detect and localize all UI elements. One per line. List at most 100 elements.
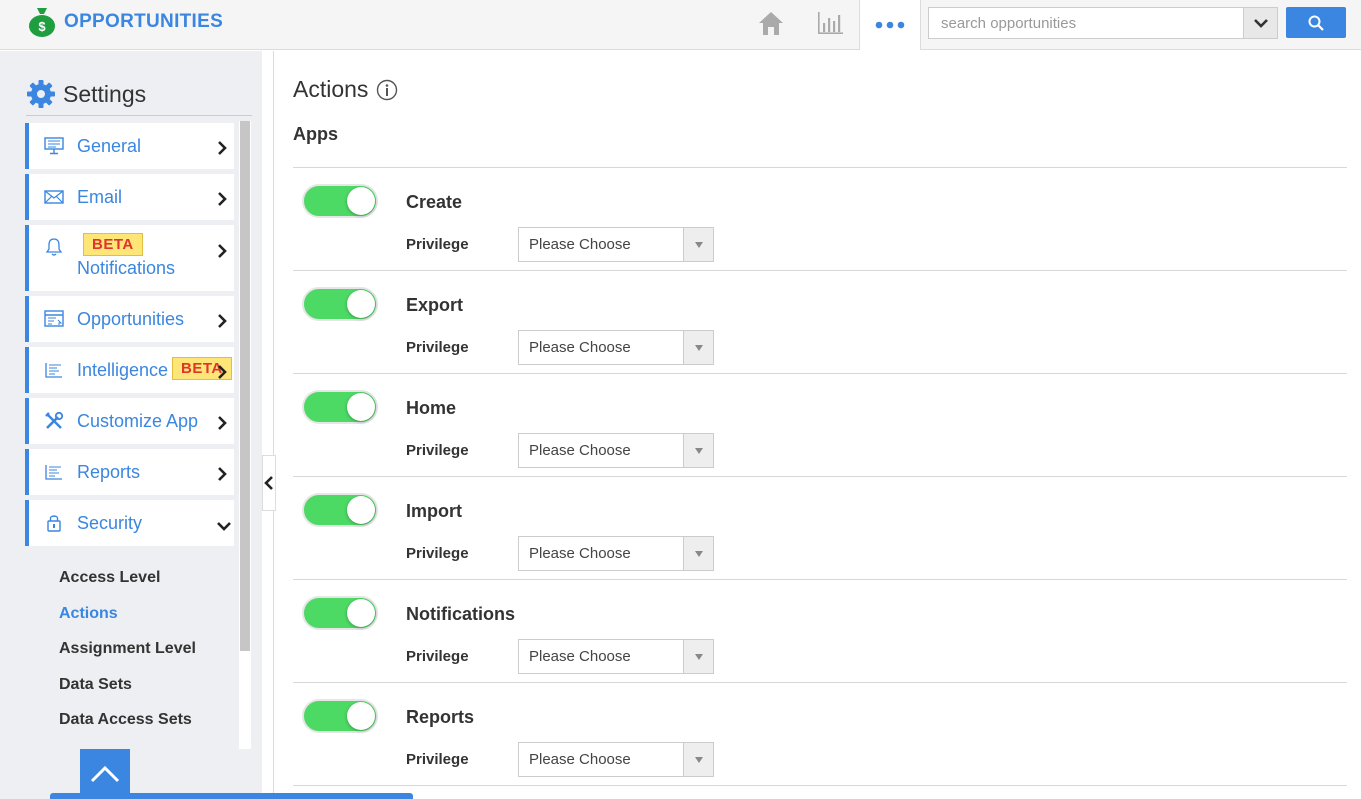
scroll-to-top-button[interactable]: [80, 749, 130, 799]
toggle-knob: [347, 599, 375, 627]
toggle-knob: [347, 393, 375, 421]
main-content: Actions Apps Create Privilege Please Cho…: [274, 51, 1361, 799]
toggle-knob: [347, 187, 375, 215]
submenu-item-actions[interactable]: Actions: [59, 603, 196, 639]
chevron-right-icon: [218, 141, 227, 155]
action-name: Create: [406, 192, 463, 212]
sidebar-item-label: Reports: [77, 461, 141, 482]
privilege-select-value: Please Choose: [529, 545, 631, 562]
more-dots-icon: [875, 21, 905, 29]
home-button[interactable]: [756, 8, 786, 38]
tools-icon: [43, 411, 65, 431]
svg-text:$: $: [38, 19, 46, 34]
chevron-right-icon: [218, 416, 227, 430]
action-row-export: Export Privilege Please Choose: [293, 270, 1347, 373]
privilege-select[interactable]: Please Choose: [518, 433, 714, 468]
action-name: Reports: [406, 707, 475, 727]
settings-sidebar: Settings General Email BETA Notification…: [0, 51, 262, 799]
more-button[interactable]: [859, 0, 921, 50]
submenu-item-access-level[interactable]: Access Level: [59, 567, 196, 603]
privilege-select-value: Please Choose: [529, 236, 631, 253]
action-row-home: Home Privilege Please Choose: [293, 373, 1347, 476]
caret-down-icon: [683, 434, 713, 467]
sidebar-item-customize-app[interactable]: Customize App: [25, 398, 234, 444]
sidebar-title: Settings: [63, 80, 147, 107]
list-icon: [43, 462, 65, 482]
info-icon[interactable]: [376, 79, 398, 101]
caret-down-icon: [683, 640, 713, 673]
window-icon: [43, 309, 65, 329]
action-row-import: Import Privilege Please Choose: [293, 476, 1347, 579]
privilege-select[interactable]: Please Choose: [518, 536, 714, 571]
lock-icon: [43, 513, 65, 533]
home-icon: [759, 12, 783, 35]
sidebar-item-security[interactable]: Security: [25, 500, 234, 546]
privilege-select[interactable]: Please Choose: [518, 330, 714, 365]
privilege-select[interactable]: Please Choose: [518, 742, 714, 777]
reports-button[interactable]: [815, 8, 845, 38]
search-box: [928, 7, 1278, 39]
beta-badge: BETA: [83, 233, 143, 256]
sidebar-item-reports[interactable]: Reports: [25, 449, 234, 495]
sidebar-item-notifications[interactable]: BETA Notifications: [25, 225, 234, 291]
privilege-label: Privilege: [406, 545, 469, 562]
sidebar-item-label: Security: [77, 512, 143, 533]
privilege-label: Privilege: [406, 236, 469, 253]
submenu-item-data-sets[interactable]: Data Sets: [59, 674, 196, 710]
envelope-icon: [43, 187, 65, 207]
action-name: Notifications: [406, 604, 516, 624]
list-icon: [43, 360, 65, 380]
sidebar-item-email[interactable]: Email: [25, 174, 234, 220]
caret-down-icon: [683, 331, 713, 364]
action-name: Import: [406, 501, 462, 521]
toggle-reports[interactable]: [302, 699, 378, 733]
toggle-knob: [347, 496, 375, 524]
sidebar-menu: General Email BETA Notifications Opportu…: [25, 123, 234, 551]
brand[interactable]: $ OPPORTUNITIES: [28, 6, 223, 38]
actions-list: Create Privilege Please Choose Export Pr…: [293, 167, 1347, 786]
sidebar-item-label: Customize App: [77, 410, 199, 431]
bell-icon: [43, 237, 65, 257]
monitor-icon: [43, 136, 65, 156]
gear-icon: [27, 80, 55, 108]
chevron-left-icon: [264, 476, 273, 490]
privilege-select-value: Please Choose: [529, 751, 631, 768]
bar-chart-icon: [818, 12, 843, 34]
search-input[interactable]: [929, 8, 1243, 38]
toggle-notifications[interactable]: [302, 596, 378, 630]
action-row-create: Create Privilege Please Choose: [293, 167, 1347, 270]
top-bar: $ OPPORTUNITIES: [0, 0, 1361, 50]
chevron-right-icon: [218, 244, 227, 258]
sidebar-item-label: Email: [77, 186, 123, 207]
sidebar-item-opportunities[interactable]: Opportunities: [25, 296, 234, 342]
sidebar-header: Settings: [26, 79, 146, 109]
sidebar-item-general[interactable]: General: [25, 123, 234, 169]
security-submenu: Access Level Actions Assignment Level Da…: [59, 567, 196, 745]
action-row-notifications: Notifications Privilege Please Choose: [293, 579, 1347, 682]
action-name: Export: [406, 295, 464, 315]
chevron-right-icon: [218, 467, 227, 481]
search-icon: [1308, 15, 1324, 31]
privilege-select-value: Please Choose: [529, 442, 631, 459]
action-name: Home: [406, 398, 457, 418]
sidebar-item-intelligence[interactable]: Intelligence BETA: [25, 347, 234, 393]
caret-down-icon: [683, 537, 713, 570]
privilege-select[interactable]: Please Choose: [518, 639, 714, 674]
toggle-import[interactable]: [302, 493, 378, 527]
search-button[interactable]: [1286, 7, 1346, 38]
caret-down-icon: [683, 743, 713, 776]
search-dropdown-button[interactable]: [1243, 8, 1277, 38]
section-title: Apps: [293, 124, 338, 144]
toggle-home[interactable]: [302, 390, 378, 424]
toggle-export[interactable]: [302, 287, 378, 321]
sidebar-scrollbar-thumb[interactable]: [240, 121, 250, 651]
money-bag-icon: $: [29, 8, 55, 37]
sidebar-item-label: General: [77, 135, 142, 156]
privilege-label: Privilege: [406, 751, 469, 768]
submenu-item-data-access-sets[interactable]: Data Access Sets: [59, 709, 196, 745]
submenu-item-assignment-level[interactable]: Assignment Level: [59, 638, 196, 674]
chevron-down-icon: [217, 522, 231, 531]
toggle-create[interactable]: [302, 184, 378, 218]
privilege-select[interactable]: Please Choose: [518, 227, 714, 262]
action-row-reports: Reports Privilege Please Choose: [293, 682, 1347, 785]
